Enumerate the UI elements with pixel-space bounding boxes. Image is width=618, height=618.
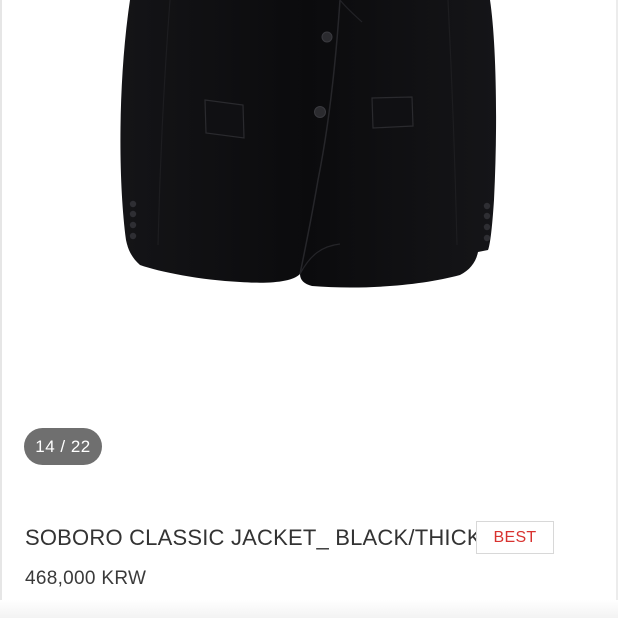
product-title: SOBORO CLASSIC JACKET_ BLACK/THICK xyxy=(25,525,482,550)
jacket-illustration xyxy=(120,0,497,288)
product-image[interactable] xyxy=(0,0,618,420)
product-detail-page: 14 / 22 SOBORO CLASSIC JACKET_ BLACK/THI… xyxy=(0,0,618,618)
counter-current: 14 xyxy=(35,436,56,456)
product-price: 468,000 KRW xyxy=(25,568,147,589)
image-counter-badge: 14 / 22 xyxy=(24,428,102,465)
bottom-fade xyxy=(0,600,618,618)
counter-total: 22 xyxy=(70,436,91,456)
counter-separator: / xyxy=(55,436,71,456)
best-badge: BEST xyxy=(476,521,554,554)
